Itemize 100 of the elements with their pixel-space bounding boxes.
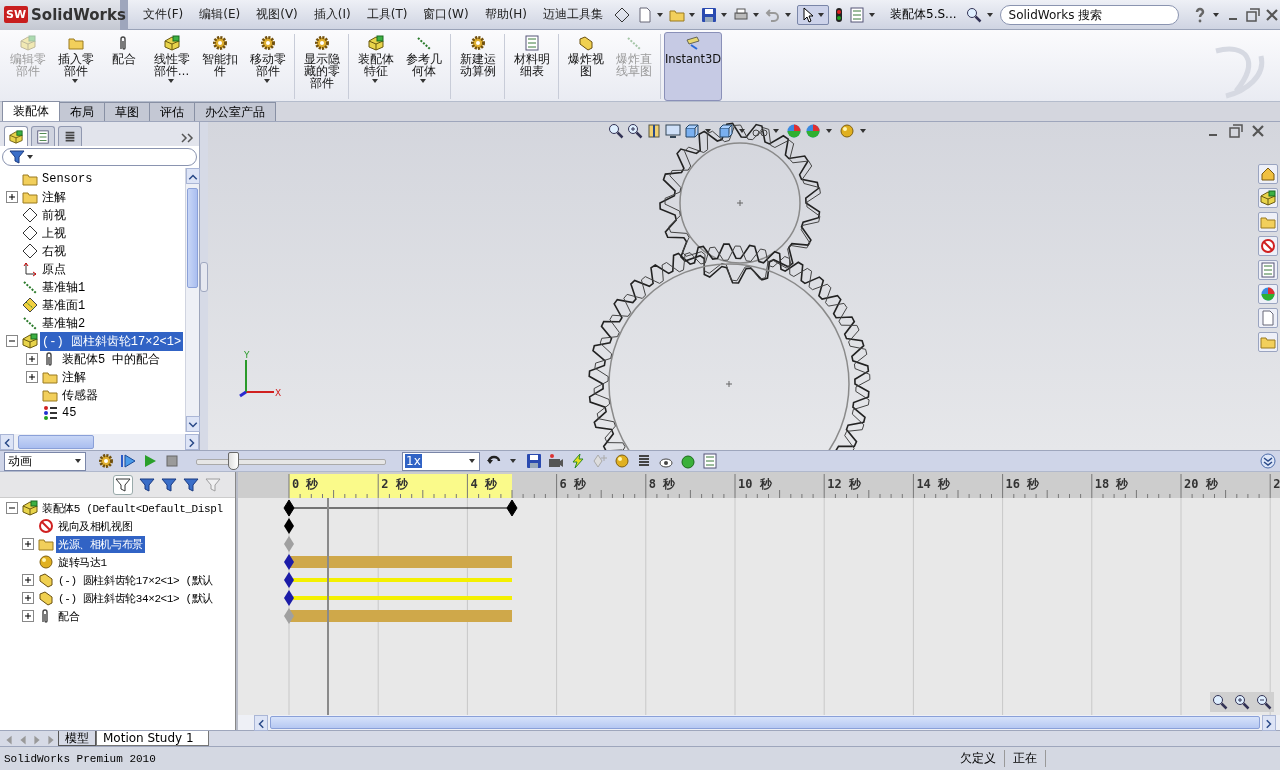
caret-icon[interactable] <box>656 10 665 19</box>
filter-icon[interactable] <box>113 474 134 495</box>
playback-speed-dropdown[interactable]: 1x <box>402 451 480 471</box>
tree-item[interactable]: 基准轴1 <box>40 277 88 297</box>
caret-icon[interactable] <box>704 127 712 135</box>
sheet-tab[interactable]: 模型 <box>58 731 96 746</box>
scroll-right-icon[interactable] <box>185 434 199 450</box>
lightning-icon[interactable] <box>570 453 586 469</box>
zoom-in-icon[interactable] <box>1234 694 1250 710</box>
scroll-thumb[interactable] <box>187 188 198 288</box>
command-tab[interactable]: 布局 <box>59 102 105 121</box>
search-field[interactable]: SolidWorks 搜索 <box>999 4 1179 25</box>
tree-item[interactable]: 上视 <box>40 223 68 243</box>
menu-item[interactable]: 窗口(W) <box>423 6 469 23</box>
ribbon-button[interactable]: 线性零部件… <box>148 32 195 101</box>
gear-icon[interactable] <box>98 453 114 469</box>
box-icon[interactable] <box>718 123 734 139</box>
section-view-icon[interactable] <box>646 123 662 139</box>
filter-icon[interactable] <box>139 476 156 493</box>
tree-item[interactable]: 装配体5 (Default<Default_Displ <box>40 499 225 517</box>
checklist-icon[interactable] <box>702 453 718 469</box>
prohibited-icon[interactable] <box>1258 236 1278 256</box>
menu-item[interactable]: 插入(I) <box>313 6 351 23</box>
menu-item[interactable]: 文件(F) <box>143 6 184 23</box>
ribbon-button[interactable]: 材料明细表 <box>508 32 555 101</box>
tree-item[interactable]: (-) 圆柱斜齿轮17×2<1> <box>40 331 184 351</box>
menu-item[interactable]: 工具(T) <box>366 6 408 23</box>
menu-item[interactable]: 帮助(H) <box>484 6 528 23</box>
magnifier-icon[interactable] <box>965 6 982 23</box>
restore-icon[interactable] <box>1228 123 1244 139</box>
ribbon-button[interactable]: 显示隐藏的零部件 <box>298 32 345 101</box>
tree-item[interactable]: 原点 <box>40 259 68 279</box>
close-icon[interactable] <box>1264 6 1280 23</box>
printer-icon[interactable] <box>733 6 750 23</box>
collapse-icon[interactable] <box>4 500 20 516</box>
filter-icon[interactable] <box>161 476 178 493</box>
ball-icon[interactable] <box>680 453 696 469</box>
play-from-start-icon[interactable] <box>120 453 136 469</box>
tree-item[interactable]: 右视 <box>40 241 68 261</box>
tree-item[interactable]: 配合 <box>56 607 82 625</box>
tree-item[interactable]: 旋转马达1 <box>56 553 109 571</box>
ball-icon[interactable] <box>839 123 855 139</box>
caret-icon[interactable] <box>784 10 793 19</box>
caret-icon[interactable] <box>868 10 877 19</box>
command-tab[interactable]: 办公室产品 <box>194 102 276 121</box>
command-tab[interactable]: 草图 <box>104 102 150 121</box>
caret-icon[interactable] <box>985 10 994 19</box>
tree-item[interactable]: (-) 圆柱斜齿轮17×2<1> (默认 <box>56 571 215 589</box>
close-icon[interactable] <box>1250 123 1266 139</box>
restore-icon[interactable] <box>1245 6 1261 23</box>
caret-icon[interactable] <box>688 10 697 19</box>
scroll-thumb[interactable] <box>18 435 94 449</box>
zoom-in-icon[interactable] <box>627 123 643 139</box>
checklist-icon[interactable] <box>31 126 55 146</box>
ribbon-button[interactable]: 智能扣件 <box>196 32 243 101</box>
expand-icon[interactable] <box>24 351 40 367</box>
tree-item[interactable]: 光源、相机与布景 <box>56 535 145 553</box>
expand-icon[interactable] <box>24 369 40 385</box>
study-type-dropdown[interactable]: 动画 <box>4 451 86 471</box>
box-icon[interactable] <box>684 123 700 139</box>
expand-icon[interactable] <box>20 572 36 588</box>
scroll-up-icon[interactable] <box>186 168 200 184</box>
cube-icon[interactable] <box>1258 188 1278 208</box>
panel-grip[interactable] <box>200 262 208 292</box>
scroll-thumb[interactable] <box>270 716 1260 729</box>
tree-item[interactable]: 装配体5 中的配合 <box>60 349 163 369</box>
collapse-icon[interactable] <box>4 333 20 349</box>
menu-item[interactable]: 视图(V) <box>256 6 298 23</box>
menu-item[interactable]: 迈迪工具集 <box>543 6 604 23</box>
zoom-out-icon[interactable] <box>1256 694 1272 710</box>
expand-icon[interactable] <box>4 189 20 205</box>
sphere-icon[interactable] <box>1258 284 1278 304</box>
tree-item[interactable]: 基准面1 <box>40 295 88 315</box>
ball-icon[interactable] <box>614 453 630 469</box>
tree-item[interactable]: 视向及相机视图 <box>56 517 135 535</box>
caret-icon[interactable] <box>772 127 780 135</box>
caret-icon[interactable] <box>509 457 517 465</box>
tree-item[interactable]: 注解 <box>40 187 68 207</box>
scroll-left-icon[interactable] <box>0 434 14 450</box>
expand-icon[interactable] <box>20 590 36 606</box>
ribbon-button[interactable]: 插入零部件 <box>52 32 99 101</box>
sheet-tab[interactable]: Motion Study 1 <box>96 731 209 746</box>
tree-item[interactable]: 基准轴2 <box>40 313 88 333</box>
caret-icon[interactable] <box>738 127 746 135</box>
caret-icon[interactable] <box>752 10 761 19</box>
tree-item[interactable]: 45 <box>60 405 79 421</box>
stop-icon[interactable] <box>164 453 180 469</box>
checklist-icon[interactable] <box>849 6 866 23</box>
menu-item[interactable]: 编辑(E) <box>199 6 241 23</box>
caret-icon[interactable] <box>825 127 833 135</box>
ribbon-button[interactable]: 装配体特征 <box>352 32 399 101</box>
caret-icon[interactable] <box>720 10 729 19</box>
caret-icon[interactable] <box>859 127 867 135</box>
magnifier-icon[interactable] <box>1212 694 1228 710</box>
checklist-icon[interactable] <box>1258 260 1278 280</box>
ribbon-button[interactable]: Instant3D <box>664 32 722 101</box>
stack-icon[interactable] <box>58 126 82 146</box>
ribbon-button[interactable]: 新建运动算例 <box>454 32 501 101</box>
magnifier-icon[interactable] <box>608 123 624 139</box>
save-icon[interactable] <box>701 6 718 23</box>
